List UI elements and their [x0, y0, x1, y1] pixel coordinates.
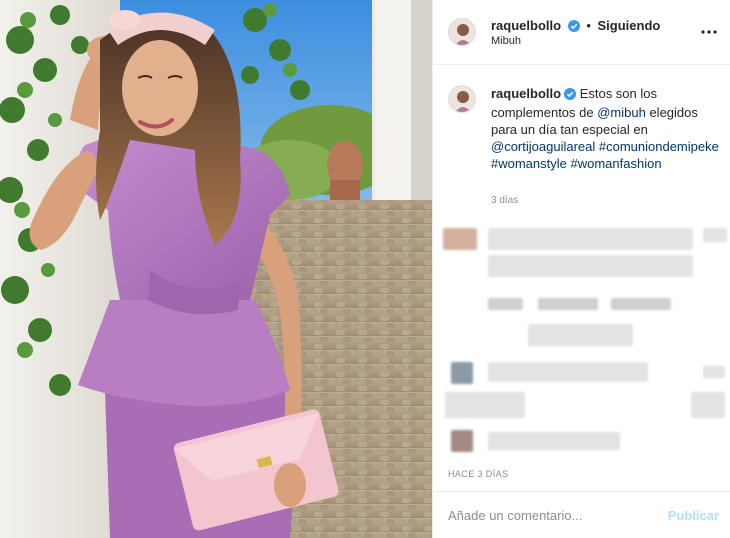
comment-bar: Añade un comentario... Publicar — [433, 491, 730, 538]
comment-meta-blurred — [611, 298, 671, 310]
caption-timestamp: 3 días — [491, 195, 519, 206]
post-timestamp: HACE 3 DÍAS — [448, 469, 509, 479]
comment-text-blurred — [488, 228, 693, 250]
post-image — [0, 0, 432, 538]
comment-input[interactable]: Añade un comentario... — [448, 508, 582, 523]
post-side-panel: raquelbollo • Siguiendo Mibuh raquelboll… — [432, 0, 730, 538]
caption-username-link[interactable]: raquelbollo — [491, 86, 561, 101]
username-link[interactable]: raquelbollo — [491, 18, 561, 33]
comment-text-blurred — [488, 432, 620, 450]
comment-avatar-blurred — [451, 430, 473, 452]
publish-button[interactable]: Publicar — [668, 508, 719, 523]
avatar[interactable] — [448, 18, 476, 46]
caption-avatar[interactable] — [448, 85, 476, 113]
comment-like-blurred — [703, 366, 725, 378]
hashtag-link[interactable]: #comuniondemipeke — [599, 139, 719, 154]
comment-text-blurred — [488, 255, 693, 277]
mention-link[interactable]: @cortijoaguilareal — [491, 139, 595, 154]
comment-avatar-blurred — [451, 362, 473, 384]
mention-link[interactable]: @mibuh — [597, 105, 646, 120]
hashtag-link[interactable]: #womanstyle — [491, 156, 567, 171]
follow-separator: • — [586, 18, 591, 33]
caption-text: raquelbollo Estos son los complementos d… — [491, 85, 723, 172]
comment-meta-blurred — [538, 298, 598, 310]
comment-text-blurred — [488, 362, 648, 382]
location-link[interactable]: Mibuh — [491, 35, 521, 47]
comment-avatar-blurred — [443, 228, 477, 250]
verified-badge-icon — [564, 87, 577, 104]
comment-like-blurred — [691, 392, 725, 418]
more-options-icon[interactable] — [699, 22, 719, 42]
comment-text-blurred — [445, 392, 525, 418]
header-user-line: raquelbollo • Siguiendo — [491, 18, 660, 35]
post-photo[interactable] — [0, 0, 432, 538]
post-header: raquelbollo • Siguiendo Mibuh — [433, 0, 730, 65]
following-button[interactable]: Siguiendo — [598, 18, 661, 33]
hashtag-link[interactable]: #womanfashion — [571, 156, 662, 171]
comment-like-blurred — [703, 228, 727, 242]
comment-replies-blurred — [528, 324, 633, 346]
verified-badge-icon — [567, 20, 580, 35]
comment-meta-blurred — [488, 298, 523, 310]
